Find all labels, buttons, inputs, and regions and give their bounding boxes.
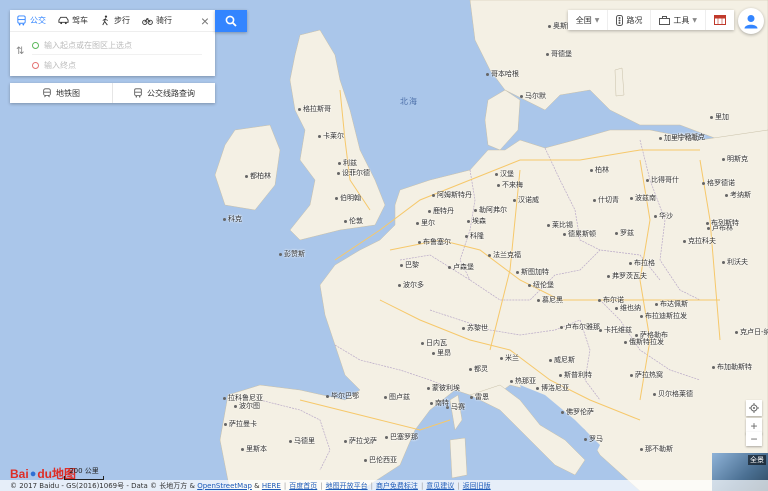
search-icon (225, 15, 237, 27)
locate-button[interactable] (746, 400, 762, 416)
osm-link[interactable]: OpenStreetMap (197, 482, 252, 490)
traffic-button[interactable]: 路况 (607, 10, 650, 30)
tab-bus[interactable]: 公交 (10, 10, 52, 31)
user-avatar[interactable] (738, 8, 764, 34)
copyright-text: © 2017 Baidu - GS(2016)1069号 - Data © 长地… (10, 481, 195, 490)
tools-button[interactable]: 工具 ▼ (650, 10, 705, 30)
tab-bike[interactable]: 骑行 (136, 10, 178, 31)
search-button[interactable] (215, 10, 247, 32)
map-toolbar: 全国 ▼ 路况 工具 ▼ (567, 10, 734, 30)
route-panel: 公交 驾车 步行 骑行 × ⇅ 输入起点或在图区上选点 输入终点 (10, 10, 215, 76)
zoom-out-button[interactable]: − (746, 432, 762, 446)
region-label: 全国 (575, 15, 592, 25)
travel-mode-tabs: 公交 驾车 步行 骑行 × (10, 10, 215, 32)
sea-label: 北海 (400, 97, 418, 106)
toolbox-icon (659, 15, 671, 25)
end-dot-icon (32, 61, 39, 69)
tab-walk-label: 步行 (114, 16, 130, 25)
subway-icon (43, 88, 51, 98)
swap-icon[interactable]: ⇅ (16, 46, 24, 57)
footer-link-old-version[interactable]: 返回旧版 (463, 481, 491, 491)
footer-link-home[interactable]: 百度首页 (289, 481, 317, 491)
start-placeholder: 输入起点或在图区上选点 (44, 40, 132, 50)
logo-text-a: Bai (10, 466, 29, 481)
start-dot-icon (32, 41, 39, 49)
subway-map-button[interactable]: 地铁图 (10, 83, 112, 103)
target-icon (749, 403, 759, 413)
tab-bus-label: 公交 (30, 16, 46, 25)
tools-label: 工具 (673, 15, 690, 25)
paw-icon: ● (29, 467, 37, 480)
quick-links: 地铁图 公交线路查询 (10, 83, 215, 103)
scale-label: 200 公里 (69, 467, 99, 475)
walk-icon (102, 15, 108, 26)
bus-line-search-label: 公交线路查询 (147, 88, 195, 98)
traffic-light-icon (616, 14, 624, 26)
land-sardinia (449, 437, 468, 479)
bike-icon (142, 17, 153, 25)
route-inputs: ⇅ 输入起点或在图区上选点 输入终点 (10, 32, 215, 76)
tab-car[interactable]: 驾车 (52, 10, 94, 31)
end-field[interactable]: 输入终点 (32, 56, 202, 74)
footer-link-feedback[interactable]: 意见建议 (426, 481, 454, 491)
subway-map-label: 地铁图 (56, 88, 80, 98)
car-icon (58, 16, 69, 25)
tab-bike-label: 骑行 (156, 16, 172, 25)
calendar-grid-icon (714, 15, 726, 25)
region-selector[interactable]: 全国 ▼ (568, 10, 608, 30)
start-field[interactable]: 输入起点或在图区上选点 (32, 36, 202, 55)
street-view-label: 全景 (748, 455, 766, 465)
footer-link-merchant[interactable]: 商户免费标注 (376, 481, 418, 491)
footer-link-open-platform[interactable]: 地图开放平台 (326, 481, 368, 491)
bus-line-search-button[interactable]: 公交线路查询 (112, 83, 215, 103)
tab-car-label: 驾车 (72, 16, 88, 25)
chevron-down-icon: ▼ (692, 16, 697, 24)
amp-text: & (254, 481, 260, 490)
bus-icon (17, 15, 26, 26)
map-type-button[interactable] (705, 10, 734, 30)
logo-text-b: du (37, 466, 53, 481)
chevron-down-icon: ▼ (594, 16, 600, 24)
here-link[interactable]: HERE (262, 482, 281, 490)
scale-bar: 200 公里 (64, 466, 104, 480)
close-icon[interactable]: × (201, 14, 209, 28)
tab-walk[interactable]: 步行 (94, 10, 136, 31)
footer: © 2017 Baidu - GS(2016)1069号 - Data © 长地… (0, 480, 768, 491)
end-placeholder: 输入终点 (44, 60, 76, 70)
traffic-label: 路况 (626, 15, 643, 25)
user-icon (744, 15, 758, 29)
bus-line-icon (134, 88, 142, 98)
